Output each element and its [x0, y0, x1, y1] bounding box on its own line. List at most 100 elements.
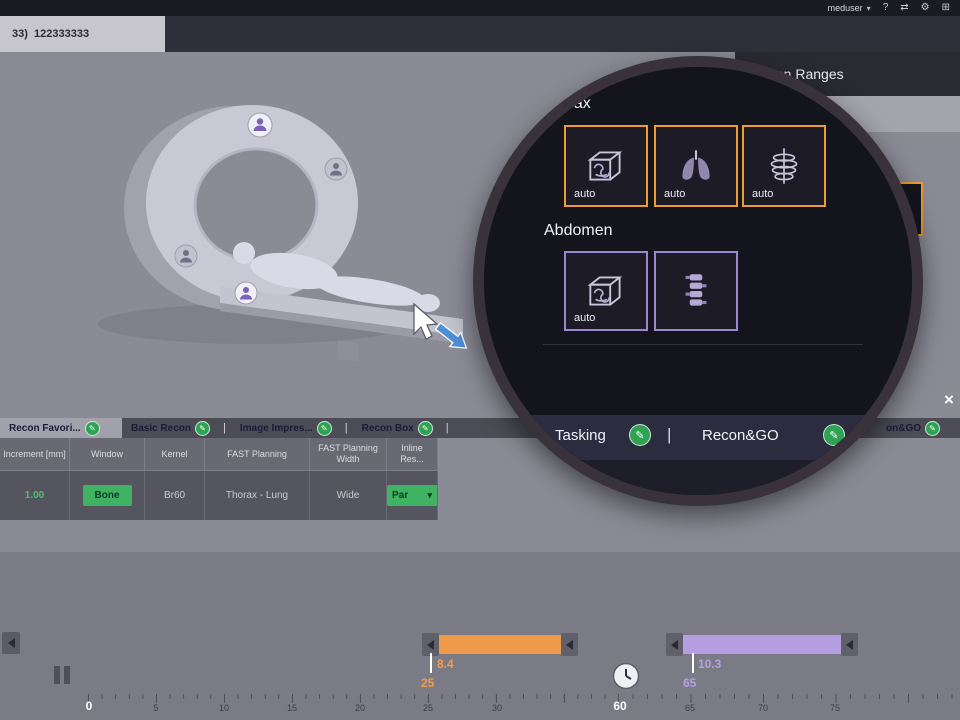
ruler-tick-label: 70 [758, 703, 768, 713]
thorax-range-length: 8.4 [437, 657, 454, 671]
edit-icon[interactable]: ✎ [824, 425, 844, 445]
timeline-ruler-right [618, 694, 960, 703]
abdomen-range-marker [692, 653, 694, 673]
tab-basic-recon[interactable]: Basic Recon ✎ [122, 418, 218, 438]
triangle-left-icon [427, 640, 434, 650]
fast-planning-cell[interactable]: Thorax - Lung [205, 471, 310, 520]
tab-separator: | [441, 422, 454, 434]
table-base [338, 340, 358, 362]
table-row: 1.00 Bone Br60 Thorax - Lung Wide Par ▾ [0, 471, 438, 520]
range-button-thorax-ribcage[interactable]: auto [742, 125, 826, 207]
ruler-tick-label: 30 [492, 703, 502, 713]
position-badge-bottom[interactable] [235, 282, 257, 304]
kernel-cell[interactable]: Br60 [145, 471, 205, 520]
auto-label: auto [752, 188, 773, 200]
ruler-tick-label: 15 [287, 703, 297, 713]
increment-cell[interactable]: 1.00 [0, 471, 70, 520]
user-menu[interactable]: meduser ▾ [828, 3, 871, 13]
table-header-row: Increment [mm] Window Kernel FAST Planni… [0, 438, 438, 471]
zoom-panel-footer [484, 460, 912, 495]
edit-icon: ✎ [196, 422, 209, 435]
tab-recon-and-go[interactable]: Recon&GO [702, 427, 779, 444]
ruler-tick-label: 10 [219, 703, 229, 713]
kernel-value: Br60 [164, 490, 185, 501]
close-icon[interactable]: × [944, 390, 954, 410]
chevron-down-icon: ▾ [427, 485, 432, 506]
pause-icon[interactable] [54, 666, 70, 684]
pencil-glyph: ✎ [321, 424, 328, 433]
tab-label: Recon Box [362, 423, 414, 434]
column-header: Increment [mm] [0, 438, 70, 471]
range-button-abdomen-spine[interactable] [654, 251, 738, 331]
settings-icon[interactable]: ⚙ [921, 0, 930, 16]
ruler-tick-label: 5 [153, 703, 158, 713]
scan-timeline-panel: 8.4 25 10.3 65 0 5 10 15 20 25 30 60 65 … [0, 552, 960, 720]
column-header: FAST Planning [205, 438, 310, 471]
window-cell[interactable]: Bone [70, 471, 145, 520]
ct-scanner-workstation: meduser ▾ ? ⇄ ⚙ ⊞ 33) 122333333 Recon Ra… [0, 0, 960, 720]
tab-label: Recon Favori... [9, 423, 81, 434]
range-button-thorax-abdomen[interactable]: auto [564, 125, 648, 207]
top-system-bar: meduser ▾ ? ⇄ ⚙ ⊞ [0, 0, 960, 16]
tab-label: Image Impres... [240, 423, 313, 434]
edit-icon: ✎ [86, 422, 99, 435]
ruler-tick-label: 25 [423, 703, 433, 713]
column-header: Kernel [145, 438, 205, 471]
abdomen-range-bar[interactable] [683, 635, 841, 654]
section-divider [543, 344, 863, 345]
magnifier-overlay: Thorax auto auto [473, 56, 923, 506]
range-button-abdomen-abdomen[interactable]: auto [564, 251, 648, 331]
ruler-tick-label: 75 [830, 703, 840, 713]
tab-recon-box[interactable]: Recon Box ✎ [353, 418, 441, 438]
patient-id: 33) 122333333 [0, 28, 89, 40]
patient-tab[interactable]: 33) 122333333 [0, 16, 165, 52]
ruler-origin: 0 [86, 699, 93, 713]
tab-separator: | [218, 422, 231, 434]
inline-results-cell[interactable]: Par ▾ [387, 471, 438, 520]
window-dropdown[interactable]: Bone [83, 485, 132, 506]
edit-icon: ✎ [318, 422, 331, 435]
delay-clock-icon [612, 662, 640, 690]
apps-icon[interactable]: ⊞ [942, 0, 950, 16]
abdomen-range-length: 10.3 [698, 657, 721, 671]
edit-icon: ✎ [419, 422, 432, 435]
recon-ranges-zoom-view: Thorax auto auto [484, 67, 912, 495]
tab-image-impression[interactable]: Image Impres... ✎ [231, 418, 340, 438]
ruler-origin: 60 [613, 699, 626, 713]
transfer-icon[interactable]: ⇄ [900, 0, 908, 16]
tab-tasking[interactable]: Tasking [555, 427, 606, 444]
abdomen-range-icon [583, 270, 629, 312]
pencil-glyph: ✎ [199, 424, 206, 433]
position-badge-top[interactable] [248, 113, 272, 137]
thorax-range-end-handle[interactable] [561, 633, 578, 656]
timeline-left-edge-handle[interactable] [2, 632, 20, 654]
abdomen-range-icon [583, 145, 629, 187]
inline-results-value: Par [392, 485, 408, 506]
thorax-range-bar[interactable] [439, 635, 561, 654]
tab-recon-favorites[interactable]: Recon Favori... ✎ [0, 418, 122, 438]
column-header: Window [70, 438, 145, 471]
triangle-left-icon [671, 640, 678, 650]
edit-icon: ✎ [926, 422, 939, 435]
inline-results-dropdown[interactable]: Par ▾ [387, 485, 437, 506]
thorax-range-start: 25 [421, 676, 434, 690]
abdomen-range-start-handle[interactable] [666, 633, 683, 656]
section-title-thorax: Thorax [541, 95, 591, 113]
zoom-tab-bar: Tasking ✎ | Recon&GO ✎ [484, 415, 912, 460]
abdomen-range-end-handle[interactable] [841, 633, 858, 656]
auto-label: auto [574, 188, 595, 200]
help-icon[interactable]: ? [883, 0, 889, 16]
fast-planning-width-cell[interactable]: Wide [310, 471, 387, 520]
range-button-thorax-lungs[interactable]: auto [654, 125, 738, 207]
chevron-down-icon: ▾ [867, 4, 871, 13]
tab-separator: | [340, 422, 353, 434]
ruler-tick-label: 20 [355, 703, 365, 713]
user-name: meduser [828, 3, 863, 13]
ruler-tick-label: 65 [685, 703, 695, 713]
edit-icon[interactable]: ✎ [630, 425, 650, 445]
position-badge-right[interactable] [325, 158, 347, 180]
position-badge-left[interactable] [175, 245, 197, 267]
auto-label: auto [664, 188, 685, 200]
tab-label: Basic Recon [131, 423, 191, 434]
pencil-glyph: ✎ [929, 424, 936, 433]
